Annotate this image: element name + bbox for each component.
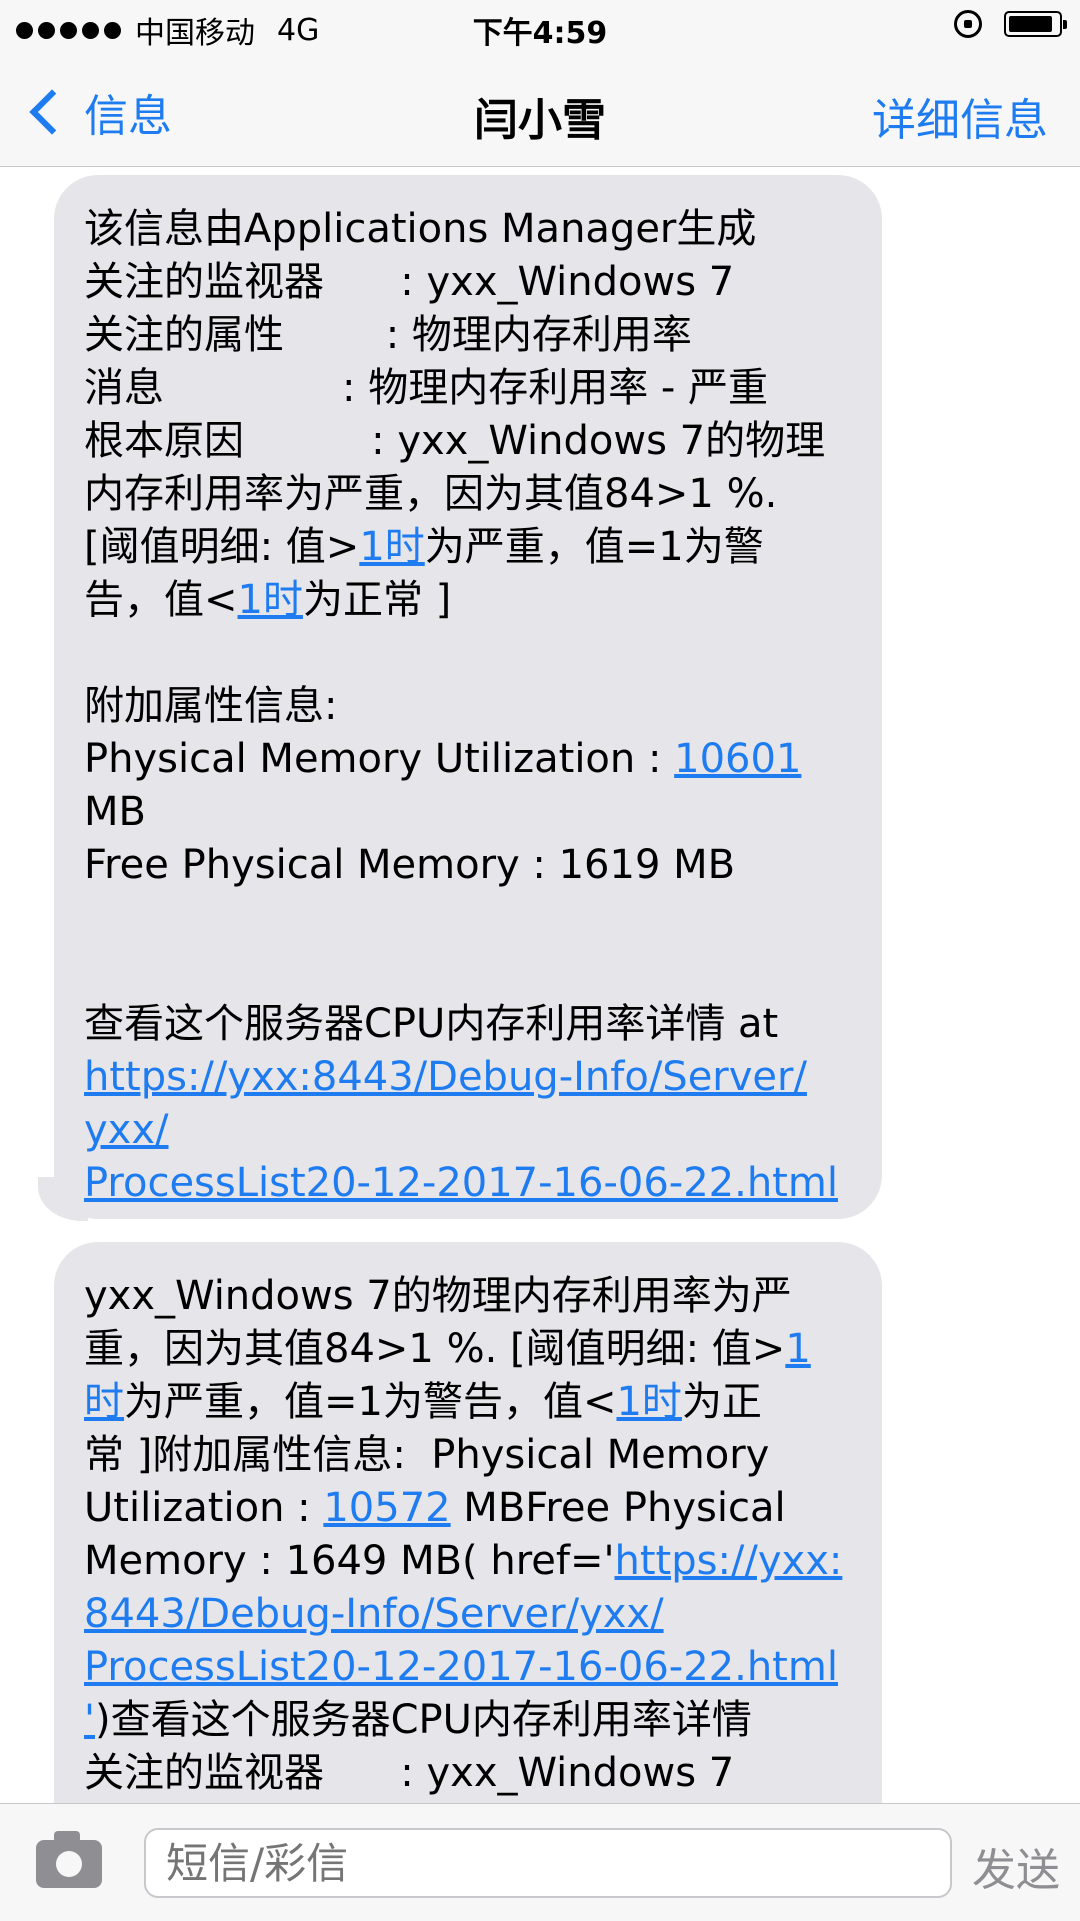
message-line: Free Physical Memory : 1619 MB — [84, 839, 852, 892]
message-link[interactable]: 8443/Debug-Info/Server/yxx/ — [84, 1591, 664, 1637]
message-line: 关注的监视器 : yxx_Windows 7 — [84, 256, 852, 309]
message-link[interactable]: ' — [84, 1697, 95, 1743]
message-text: 为正常 ] — [302, 577, 452, 623]
message-text: 关注的监视器 : yxx_Windows 7 — [84, 1750, 735, 1796]
message-link[interactable]: ProcessList20-12-2017-16-06-22.html — [84, 1644, 838, 1690]
message-line: 该信息由Applications Manager生成 — [84, 203, 852, 256]
message-text: 内存利用率为严重，因为其值84>1 %. — [84, 471, 778, 517]
message-line: 附加属性信息: — [84, 680, 852, 733]
message-link[interactable]: 1时 — [238, 577, 303, 623]
message-line: 8443/Debug-Info/Server/yxx/ — [84, 1588, 852, 1641]
message-text: 根本原因 : yxx_Windows 7的物理 — [84, 418, 826, 464]
message-line: 内存利用率为严重，因为其值84>1 %. — [84, 468, 852, 521]
battery-icon — [1004, 11, 1067, 37]
message-text: 消息 : 物理内存利用率 - 严重 — [84, 365, 769, 411]
message-line — [84, 627, 852, 680]
message-line: 关注的属性 : 物理内存利用率 — [84, 309, 852, 362]
status-time: 下午4:59 — [472, 16, 608, 51]
message-line: yxx_Windows 7的物理内存利用率为严 — [84, 1270, 852, 1323]
message-line: ')查看这个服务器CPU内存利用率详情 — [84, 1694, 852, 1747]
details-button[interactable]: 详细信息 — [872, 84, 1048, 148]
message-text — [84, 895, 97, 941]
status-right — [954, 10, 1067, 38]
message-link[interactable]: 时 — [84, 1379, 124, 1425]
message-text: 为正 — [681, 1379, 762, 1425]
message-link[interactable]: https://yxx: — [615, 1538, 843, 1584]
status-bar: 中国移动 4G 下午4:59 — [0, 0, 1080, 56]
message-line: https://yxx:8443/Debug-Info/Server/ — [84, 1051, 852, 1104]
message-bubble[interactable]: 该信息由Applications Manager生成 关注的监视器 : yxx_W… — [54, 175, 882, 1219]
message-text: MB — [84, 789, 146, 835]
message-line: 时为严重，值=1为警告，值<1时为正 — [84, 1376, 852, 1429]
message-line: 关注的监视器 : yxx_Windows 7 — [84, 1747, 852, 1800]
message-line: Physical Memory Utilization : 10601 — [84, 733, 852, 786]
message-link[interactable]: https://yxx:8443/Debug-Info/Server/ — [84, 1054, 807, 1100]
message-text: 为严重，值=1为警 — [424, 524, 764, 570]
message-text: 该信息由Applications Manager生成 — [84, 206, 757, 252]
message-line: 告，值<1时为正常 ] — [84, 574, 852, 627]
message-link[interactable]: 1 — [785, 1326, 810, 1372]
send-button[interactable]: 发送 — [972, 1834, 1060, 1898]
message-text — [84, 630, 97, 676]
message-line: MB — [84, 786, 852, 839]
message-line: Memory : 1649 MB( href='https://yxx: — [84, 1535, 852, 1588]
message-text — [84, 948, 97, 994]
camera-icon[interactable] — [36, 1831, 102, 1888]
message-line: Utilization : 10572 MBFree Physical — [84, 1482, 852, 1535]
nav-bar: 信息 闫小雪 详细信息 — [0, 56, 1080, 167]
message-link[interactable]: 10601 — [674, 736, 801, 782]
message-line: ProcessList20-12-2017-16-06-22.html — [84, 1157, 852, 1210]
message-line: 根本原因 : yxx_Windows 7的物理 — [84, 415, 852, 468]
message-line: 重，因为其值84>1 %. [阈值明细: 值>1 — [84, 1323, 852, 1376]
message-line: 消息 : 物理内存利用率 - 严重 — [84, 362, 852, 415]
input-bar: 发送 — [0, 1803, 1080, 1921]
message-line: 常 ]附加属性信息: Physical Memory — [84, 1429, 852, 1482]
message-line: ProcessList20-12-2017-16-06-22.html — [84, 1641, 852, 1694]
message-text: )查看这个服务器CPU内存利用率详情 — [95, 1697, 752, 1743]
message-text: MBFree Physical — [450, 1485, 786, 1531]
message-text: 关注的监视器 : yxx_Windows 7 — [84, 259, 735, 305]
message-text: 为严重，值=1为警告，值< — [124, 1379, 617, 1425]
message-text: 附加属性信息: — [84, 683, 338, 729]
rotation-lock-icon — [954, 10, 982, 38]
message-link[interactable]: 10572 — [323, 1485, 450, 1531]
message-text: [阈值明细: 值> — [84, 524, 360, 570]
message-line — [84, 945, 852, 998]
message-text: yxx_Windows 7的物理内存利用率为严 — [84, 1273, 792, 1319]
message-line: [阈值明细: 值>1时为严重，值=1为警 — [84, 521, 852, 574]
message-line — [84, 892, 852, 945]
message-text: 查看这个服务器CPU内存利用率详情 at — [84, 1001, 779, 1047]
message-line: 查看这个服务器CPU内存利用率详情 at — [84, 998, 852, 1051]
message-text: Memory : 1649 MB( href=' — [84, 1538, 615, 1584]
message-bubble[interactable]: yxx_Windows 7的物理内存利用率为严 重，因为其值84>1 %. [阈值… — [54, 1242, 882, 1803]
message-text: Free Physical Memory : 1619 MB — [84, 842, 736, 888]
message-link[interactable]: ProcessList20-12-2017-16-06-22.html — [84, 1160, 838, 1206]
message-line: yxx/ — [84, 1104, 852, 1157]
message-text: 关注的属性 : 物理内存利用率 — [84, 312, 692, 358]
message-text: 重，因为其值84>1 %. [阈值明细: 值> — [84, 1326, 786, 1372]
message-text: 告，值< — [84, 577, 238, 623]
message-text: 常 ]附加属性信息: Physical Memory — [84, 1432, 770, 1478]
message-text: Utilization : — [84, 1485, 324, 1531]
message-input[interactable] — [144, 1828, 952, 1898]
message-list[interactable]: 该信息由Applications Manager生成 关注的监视器 : yxx_W… — [0, 167, 1080, 1803]
message-link[interactable]: 1时 — [359, 524, 424, 570]
message-link[interactable]: yxx/ — [84, 1107, 169, 1153]
message-text: Physical Memory Utilization : — [84, 736, 675, 782]
message-link[interactable]: 1时 — [616, 1379, 681, 1425]
battery-fill — [1009, 16, 1052, 32]
